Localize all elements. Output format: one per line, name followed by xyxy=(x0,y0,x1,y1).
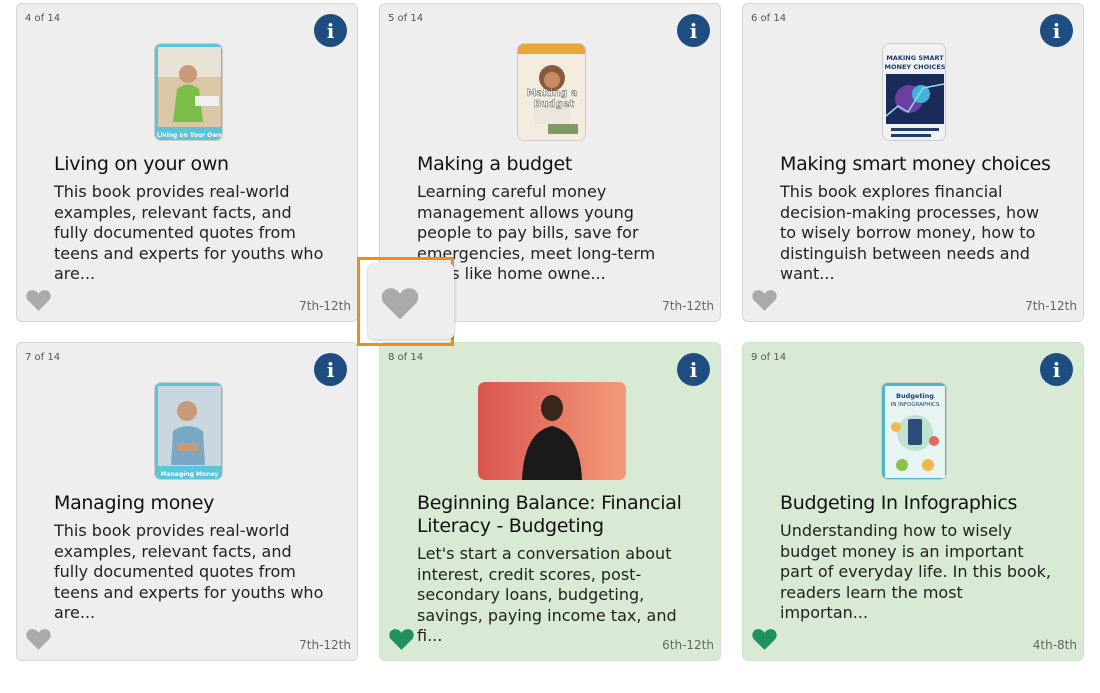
grade-range: 6th-12th xyxy=(662,638,714,652)
resource-card[interactable]: 6 of 14 i MAKING SMART MONEY CHOICES Mak… xyxy=(742,3,1084,322)
grade-range: 7th-12th xyxy=(299,638,351,652)
heart-icon[interactable] xyxy=(388,627,415,651)
info-icon[interactable]: i xyxy=(677,14,710,47)
grade-range: 4th-8th xyxy=(1032,638,1077,652)
svg-text:IN INFOGRAPHICS: IN INFOGRAPHICS xyxy=(891,402,940,408)
svg-text:Budgeting: Budgeting xyxy=(896,392,934,400)
info-icon[interactable]: i xyxy=(314,14,347,47)
resource-card[interactable]: 4 of 14 i Living on Your Own Living on y… xyxy=(16,3,358,322)
info-icon[interactable]: i xyxy=(677,353,710,386)
card-title[interactable]: Beginning Balance: Financial Literacy - … xyxy=(417,492,717,538)
card-title[interactable]: Managing money xyxy=(54,492,354,515)
svg-text:Making a: Making a xyxy=(526,88,577,99)
heart-icon[interactable] xyxy=(751,288,778,312)
card-description: This book explores financial decision-ma… xyxy=(780,182,1040,283)
book-cover[interactable]: Managing Money xyxy=(154,382,223,480)
heart-icon[interactable] xyxy=(25,627,52,651)
svg-text:Budget: Budget xyxy=(534,99,575,110)
card-description: Learning careful money management allows… xyxy=(417,182,656,283)
svg-text:MAKING SMART: MAKING SMART xyxy=(886,54,944,62)
info-icon[interactable]: i xyxy=(1040,14,1073,47)
grade-range: 7th-12th xyxy=(1025,299,1077,313)
card-description: Let's start a conversation about interes… xyxy=(417,544,677,645)
book-cover[interactable]: Making a Budget xyxy=(517,43,586,141)
heart-icon[interactable] xyxy=(25,288,52,312)
svg-text:Managing Money: Managing Money xyxy=(161,471,219,478)
item-counter: 6 of 14 xyxy=(751,13,787,24)
card-title[interactable]: Living on your own xyxy=(54,153,354,176)
resource-card[interactable]: 9 of 14 i Budgeting IN INFOGRAPHICS Budg… xyxy=(742,342,1084,661)
info-icon[interactable]: i xyxy=(314,353,347,386)
svg-text:MONEY CHOICES: MONEY CHOICES xyxy=(885,63,946,71)
heart-icon[interactable] xyxy=(380,285,420,321)
item-counter: 8 of 14 xyxy=(388,352,424,363)
item-counter: 5 of 14 xyxy=(388,13,424,24)
item-counter: 9 of 14 xyxy=(751,352,787,363)
book-cover[interactable]: Living on Your Own xyxy=(154,43,223,141)
card-title[interactable]: Making a budget xyxy=(417,153,717,176)
book-cover[interactable]: Budgeting IN INFOGRAPHICS xyxy=(881,382,947,480)
svg-text:Living on Your Own: Living on Your Own xyxy=(157,132,222,139)
grade-range: 7th-12th xyxy=(299,299,351,313)
video-thumbnail[interactable] xyxy=(478,382,626,480)
grade-range: 7th-12th xyxy=(662,299,714,313)
info-icon[interactable]: i xyxy=(1040,353,1073,386)
book-cover[interactable]: MAKING SMART MONEY CHOICES xyxy=(882,43,946,141)
item-counter: 7 of 14 xyxy=(25,352,61,363)
heart-icon[interactable] xyxy=(751,627,778,651)
resource-card[interactable]: 8 of 14 i Beginning Balance: Financial L… xyxy=(379,342,721,661)
card-title[interactable]: Budgeting In Infographics xyxy=(780,492,1080,515)
card-description: This book provides real-world examples, … xyxy=(54,182,324,283)
card-title[interactable]: Making smart money choices xyxy=(780,153,1080,176)
favorite-button[interactable] xyxy=(368,263,454,339)
card-description: This book provides real-world examples, … xyxy=(54,521,324,622)
resource-card[interactable]: 7 of 14 i Managing Money Managing money … xyxy=(16,342,358,661)
favorite-button-highlight[interactable] xyxy=(357,257,454,346)
card-description: Understanding how to wisely budget money… xyxy=(780,521,1051,622)
item-counter: 4 of 14 xyxy=(25,13,61,24)
